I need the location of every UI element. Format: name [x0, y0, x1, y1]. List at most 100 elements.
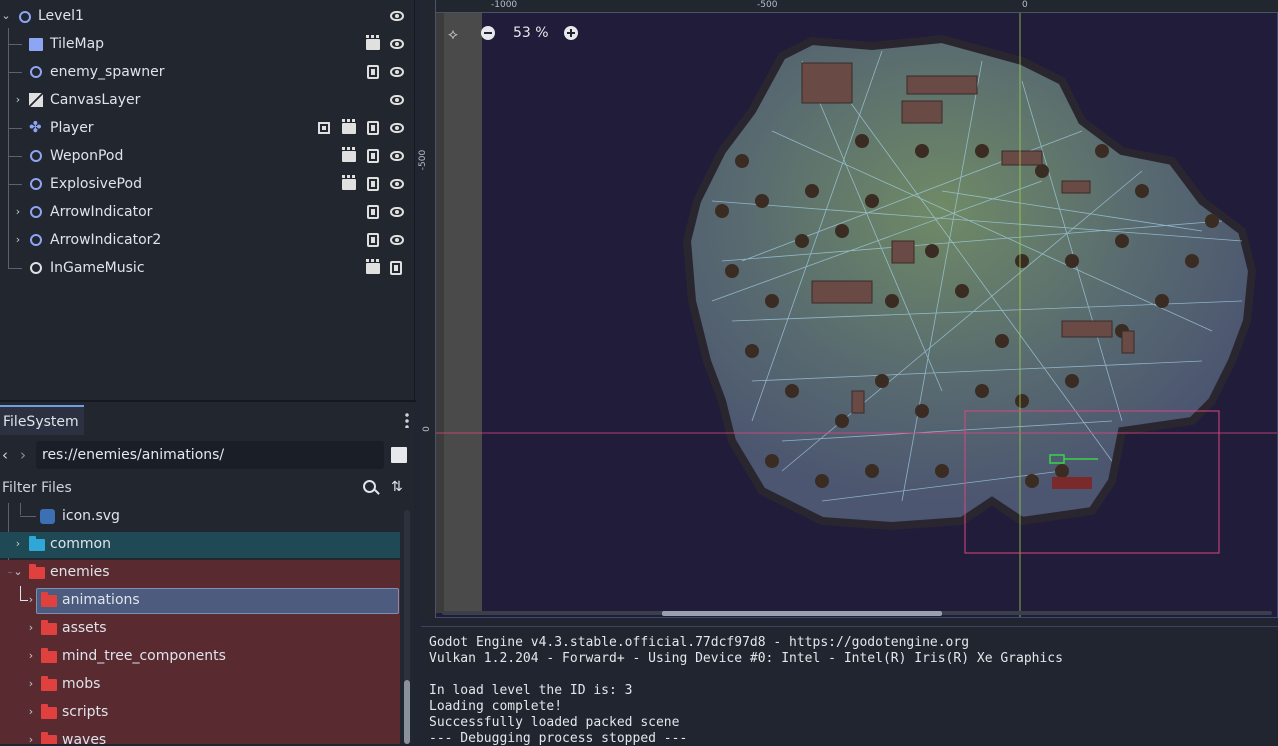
visibility-eye-icon[interactable]	[390, 235, 404, 245]
instance-clapper-icon[interactable]	[342, 119, 356, 134]
chevron-right-icon[interactable]: ›	[26, 734, 36, 744]
visibility-eye-icon[interactable]	[390, 67, 404, 77]
file-label: icon.svg	[62, 508, 120, 524]
fs-scrollbar-thumb[interactable]	[404, 680, 410, 744]
folder-item-common[interactable]: › common	[0, 532, 400, 558]
folder-item-waves[interactable]: › waves	[0, 728, 400, 744]
console-line: Godot Engine v4.3.stable.official.77dcf9…	[429, 635, 970, 650]
node-label: ArrowIndicator2	[50, 232, 162, 248]
chevron-right-icon[interactable]: ›	[26, 622, 36, 633]
chevron-right-icon[interactable]: ›	[26, 678, 36, 689]
node2d-icon	[19, 11, 31, 23]
folder-item-enemies[interactable]: ⌄ enemies	[0, 560, 400, 586]
tree-item-arrowindicator2[interactable]: › ArrowIndicator2	[0, 226, 414, 254]
filter-files-input[interactable]: Filter Files	[0, 475, 384, 501]
script-icon[interactable]	[367, 121, 379, 135]
ruler-label: -500	[418, 149, 429, 171]
path-text: res://enemies/animations/	[42, 447, 225, 463]
folder-label: enemies	[50, 564, 110, 580]
ruler-top[interactable]: -1000 -500 0	[421, 0, 1278, 13]
group-icon[interactable]	[318, 122, 330, 134]
zoom-out-button[interactable]	[481, 26, 495, 40]
folder-item-animations[interactable]: › animations	[0, 588, 400, 614]
folder-icon	[41, 592, 57, 607]
chevron-right-icon[interactable]: ›	[13, 538, 23, 549]
folder-icon	[41, 676, 57, 691]
tree-item-canvaslayer[interactable]: › CanvasLayer	[0, 86, 414, 114]
chevron-right-icon[interactable]: ›	[26, 706, 36, 717]
visibility-eye-icon[interactable]	[390, 11, 404, 21]
zoom-level[interactable]: 53 %	[513, 25, 549, 41]
script-icon[interactable]	[390, 261, 402, 275]
ruler-label: -500	[757, 0, 778, 10]
file-item-icon-svg[interactable]: icon.svg	[0, 504, 400, 530]
chevron-down-icon[interactable]: ⌄	[13, 566, 23, 577]
instance-clapper-icon[interactable]	[342, 175, 356, 190]
visibility-eye-icon[interactable]	[390, 207, 404, 217]
instance-clapper-icon[interactable]	[342, 147, 356, 162]
script-icon[interactable]	[367, 233, 379, 247]
tab-filesystem[interactable]: FileSystem	[0, 405, 84, 435]
folder-label: scripts	[62, 704, 109, 720]
visibility-eye-icon[interactable]	[390, 151, 404, 161]
canvas-viewport[interactable]: ⟡ 53 %	[421, 0, 1278, 618]
tree-item-tilemap[interactable]: TileMap	[0, 30, 414, 58]
chevron-right-icon[interactable]: ›	[13, 206, 23, 217]
tree-item-weponpod[interactable]: WeponPod	[0, 142, 414, 170]
tree-item-level1[interactable]: ⌄ Level1	[0, 2, 414, 30]
tree-connector	[8, 128, 22, 129]
folder-label: waves	[62, 732, 107, 744]
script-icon[interactable]	[367, 177, 379, 191]
folder-icon	[29, 536, 45, 551]
chevron-right-icon[interactable]: ›	[13, 94, 23, 105]
visibility-eye-icon[interactable]	[390, 123, 404, 133]
back-arrow-icon[interactable]: ‹	[2, 446, 8, 464]
instance-clapper-icon[interactable]	[366, 35, 380, 50]
tree-item-ingamemusic[interactable]: InGameMusic	[0, 254, 414, 282]
chevron-right-icon[interactable]: ›	[13, 234, 23, 245]
sort-icon[interactable]: ⇅	[391, 479, 403, 495]
visibility-eye-icon[interactable]	[390, 179, 404, 189]
plus-icon-v	[570, 29, 572, 37]
folder-label: animations	[62, 592, 140, 608]
output-console[interactable]: Godot Engine v4.3.stable.official.77dcf9…	[421, 626, 1278, 746]
kebab-menu-icon[interactable]	[405, 412, 409, 428]
visibility-eye-icon[interactable]	[390, 95, 404, 105]
chevron-down-icon[interactable]: ⌄	[1, 10, 11, 21]
folder-item-mind-tree-components[interactable]: › mind_tree_components	[0, 644, 400, 670]
script-icon[interactable]	[367, 149, 379, 163]
folder-icon	[29, 564, 45, 579]
island-shape	[682, 34, 1257, 531]
folder-label: mobs	[62, 676, 101, 692]
folder-item-mobs[interactable]: › mobs	[0, 672, 400, 698]
zoom-in-button[interactable]	[564, 26, 578, 40]
tree-item-explosivepod[interactable]: ExplosivePod	[0, 170, 414, 198]
folder-item-scripts[interactable]: › scripts	[0, 700, 400, 726]
folder-item-assets[interactable]: › assets	[0, 616, 400, 642]
split-view-icon[interactable]	[391, 447, 407, 463]
node2d-icon	[30, 66, 42, 78]
tree-item-arrowindicator[interactable]: › ArrowIndicator	[0, 198, 414, 226]
tree-connector	[8, 184, 22, 185]
forward-arrow-icon[interactable]: ›	[20, 446, 26, 464]
folder-icon	[41, 648, 57, 663]
console-line: Loading complete!	[429, 699, 563, 714]
instance-clapper-icon[interactable]	[366, 259, 380, 274]
chevron-right-icon[interactable]: ›	[26, 650, 36, 661]
tree-connector	[20, 516, 36, 517]
chevron-right-icon[interactable]: ›	[26, 594, 36, 605]
node-label: ArrowIndicator	[50, 204, 153, 220]
node-label: WeponPod	[50, 148, 124, 164]
center-view-icon[interactable]: ⟡	[448, 25, 458, 43]
visibility-eye-icon[interactable]	[390, 39, 404, 49]
path-field[interactable]: res://enemies/animations/	[36, 441, 384, 469]
folder-label: common	[50, 536, 111, 552]
tree-item-enemy-spawner[interactable]: enemy_spawner	[0, 58, 414, 86]
node-label: ExplosivePod	[50, 176, 142, 192]
audio-player-icon	[30, 262, 42, 274]
node-label: Level1	[38, 8, 84, 24]
script-icon[interactable]	[367, 205, 379, 219]
script-icon[interactable]	[367, 65, 379, 79]
ruler-left[interactable]: -500 0	[418, 0, 436, 618]
tree-item-player[interactable]: ✤ Player	[0, 114, 414, 142]
